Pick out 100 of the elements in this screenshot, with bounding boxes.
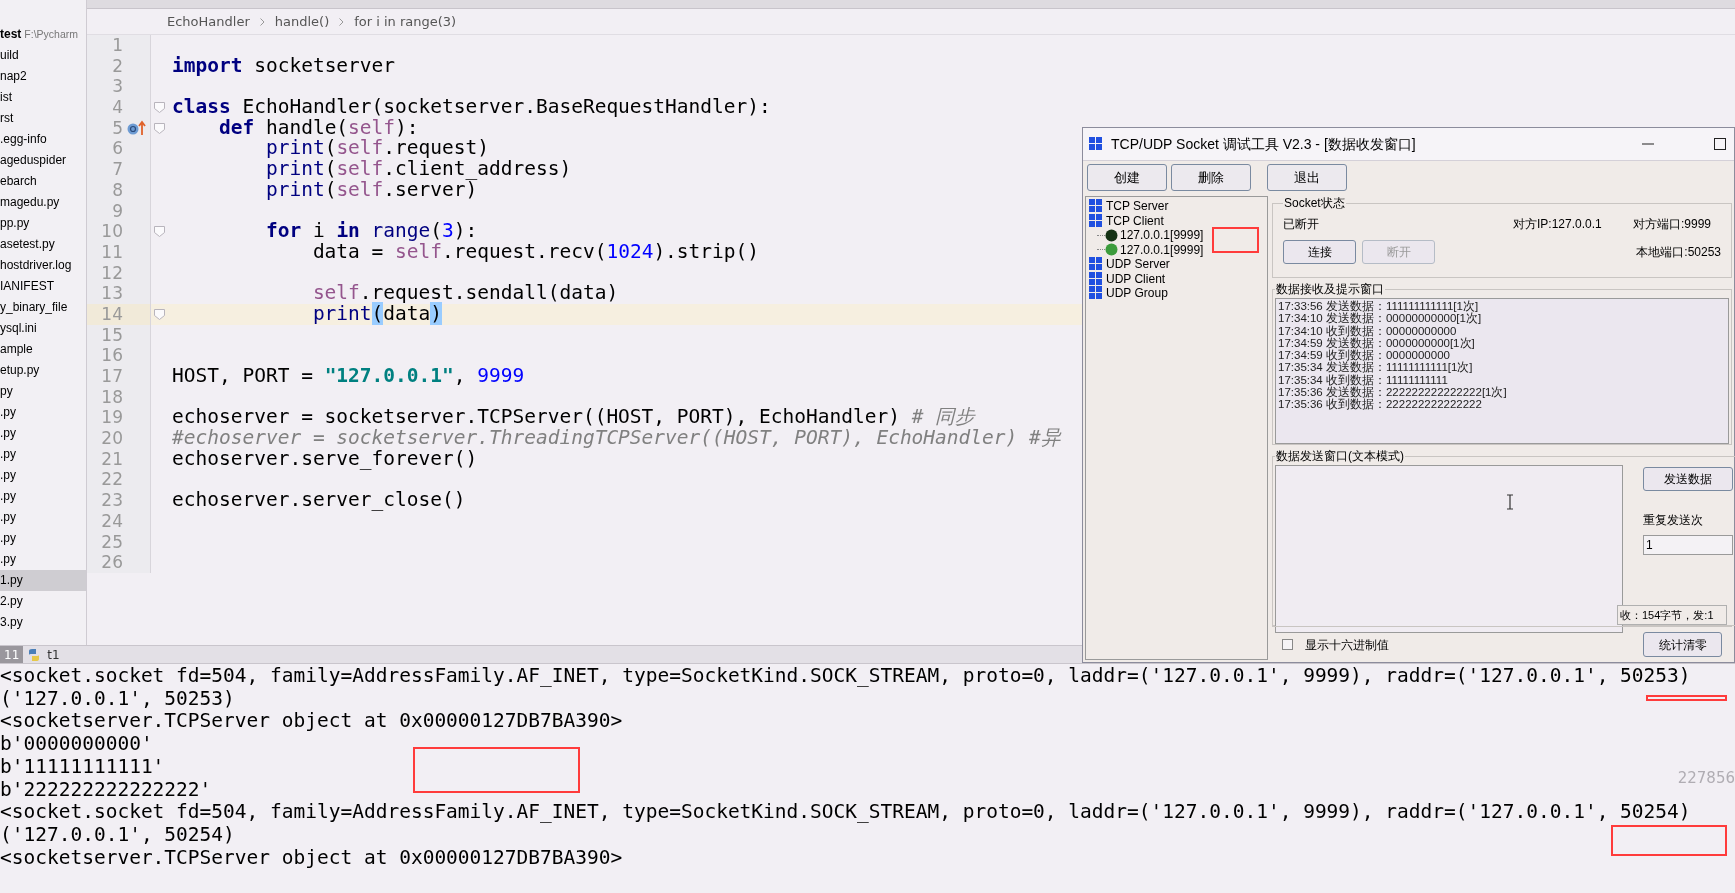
line-number: 20: [100, 428, 123, 449]
breadcrumb-item[interactable]: EchoHandler: [167, 11, 250, 32]
code-line: import socketserver: [171, 55, 396, 77]
file-item[interactable]: etup.py: [0, 360, 86, 381]
file-item[interactable]: ample: [0, 339, 86, 360]
file-item[interactable]: asetest.py: [0, 234, 86, 255]
file-item[interactable]: .egg-info: [0, 129, 86, 150]
file-item[interactable]: magedu.py: [0, 192, 86, 213]
console-line: b'0000000000': [0, 733, 153, 756]
log-line: 17:35:36 发送数据：222222222222222[1次]: [1278, 386, 1508, 399]
highlight-box: [1212, 227, 1259, 253]
fold-icon[interactable]: [154, 226, 165, 238]
line-number: 13: [100, 283, 123, 304]
line-number: 25: [100, 531, 123, 553]
file-item[interactable]: hostdriver.log: [0, 255, 86, 276]
byte-counter: 收：154字节，发:1: [1617, 605, 1727, 625]
file-item[interactable]: y_binary_file: [0, 297, 86, 318]
connection-button[interactable]: 连接: [1283, 240, 1356, 264]
console-line: <socketserver.TCPServer object at 0x00000127DB7BA390>: [0, 846, 623, 870]
fold-icon[interactable]: [154, 308, 165, 320]
file-item[interactable]: 1.py: [0, 570, 86, 591]
line-number: 14: [100, 303, 123, 325]
breadcrumb-item[interactable]: handle(): [274, 11, 330, 32]
file-item[interactable]: 2.py: [0, 591, 86, 612]
console-line: b'11111111111': [0, 755, 165, 779]
file-item[interactable]: .py: [0, 465, 86, 486]
file-item[interactable]: .py: [0, 423, 86, 444]
log-line: 17:35:34 收到数据：11111111111: [1278, 373, 1449, 387]
text-cursor-icon: [1506, 494, 1514, 510]
override-icon[interactable]: [126, 120, 147, 137]
hex-option-label: 显示十六进制值: [1305, 636, 1389, 654]
fold-icon[interactable]: [154, 122, 165, 134]
line-number: 8: [111, 179, 123, 201]
file-item[interactable]: .py: [0, 402, 86, 423]
log-line: 17:35:36 收到数据：222222222222222: [1278, 398, 1483, 411]
tree-item[interactable]: 127.0.0.1[9999]: [1120, 228, 1204, 243]
file-item[interactable]: .py: [0, 444, 86, 465]
line-number: 15: [100, 324, 123, 346]
maximize-icon[interactable]: [1714, 138, 1726, 150]
line-number: 11: [100, 241, 123, 263]
console-line: ('127.0.0.1', 50253): [0, 687, 235, 711]
log-line: 17:34:59 收到数据：0000000000: [1278, 349, 1450, 362]
file-item[interactable]: ist: [0, 87, 86, 108]
group-title: 数据接收及提示窗口: [1275, 281, 1385, 298]
tree-node-icon: [1089, 271, 1103, 286]
file-item[interactable]: uild: [0, 45, 86, 66]
tree-item[interactable]: UDP Server: [1089, 257, 1170, 272]
console-line: ('127.0.0.1', 50254): [0, 823, 235, 847]
line-number: 16: [100, 345, 123, 366]
overlay-number: 227856: [1677, 768, 1735, 789]
file-item[interactable]: .py: [0, 507, 86, 528]
tree-item[interactable]: TCP Server: [1089, 199, 1169, 214]
connection-state: 已断开: [1283, 216, 1320, 233]
file-item[interactable]: ysql.ini: [0, 318, 86, 339]
file-item[interactable]: ebarch: [0, 171, 86, 192]
code-line: echoserver.serve_forever(): [171, 448, 478, 470]
hex-checkbox[interactable]: [1282, 639, 1293, 650]
repeat-count-field[interactable]: 1: [1643, 535, 1733, 555]
file-item[interactable]: IANIFEST: [0, 276, 86, 297]
code-line: HOST, PORT = "127.0.0.1", 9999: [171, 366, 525, 387]
run-tab[interactable]: t1: [23, 646, 64, 663]
project-name[interactable]: test: [0, 24, 22, 45]
tree-node-icon: [1089, 137, 1103, 151]
console-line: b'222222222222222': [0, 778, 212, 802]
log-line: 17:33:56 发送数据：111111111111[1次]: [1278, 300, 1480, 313]
code-line: print(self.server): [264, 179, 478, 201]
line-number: 22: [100, 469, 123, 491]
toolbar-button[interactable]: 删除: [1171, 164, 1251, 191]
tree-node-icon: [1089, 257, 1103, 272]
code-line: echoserver.server_close(): [171, 490, 466, 511]
file-item[interactable]: .py: [0, 486, 86, 507]
send-button[interactable]: 发送数据: [1643, 467, 1733, 491]
file-item[interactable]: pp.py: [0, 213, 86, 234]
tree-item[interactable]: UDP Client: [1089, 271, 1166, 286]
chevron-icon: [259, 17, 265, 26]
tree-item[interactable]: UDP Group: [1089, 286, 1168, 301]
file-item[interactable]: nap2: [0, 66, 86, 87]
line-number: 19: [100, 407, 123, 429]
file-item[interactable]: rst: [0, 108, 86, 129]
toolbar-button[interactable]: 创建: [1087, 164, 1167, 191]
code-line: print(self.request): [264, 138, 489, 160]
file-item[interactable]: .py: [0, 549, 86, 570]
code-line: print(self.client_address): [264, 159, 572, 180]
log-line: 17:34:10 收到数据：00000000000: [1278, 324, 1458, 337]
tree-item[interactable]: TCP Client: [1089, 213, 1164, 228]
breadcrumb-item[interactable]: for i in range(3): [354, 11, 457, 32]
code-line: data = self.request.recv(1024).strip(): [311, 241, 760, 263]
toolbar-button[interactable]: 退出: [1267, 164, 1347, 191]
file-item[interactable]: ageduspider: [0, 150, 86, 171]
line-number: 2: [111, 55, 123, 77]
reset-stats-button[interactable]: 统计清零: [1643, 632, 1722, 657]
line-number: 6: [111, 138, 123, 160]
file-item[interactable]: 3.py: [0, 612, 86, 633]
file-item[interactable]: .py: [0, 528, 86, 549]
python-icon: [27, 647, 42, 662]
line-number: 26: [100, 552, 123, 573]
line-number: 10: [100, 221, 123, 242]
tree-item[interactable]: 127.0.0.1[9999]: [1120, 242, 1204, 257]
fold-icon[interactable]: [154, 101, 165, 113]
file-item[interactable]: py: [0, 381, 86, 402]
